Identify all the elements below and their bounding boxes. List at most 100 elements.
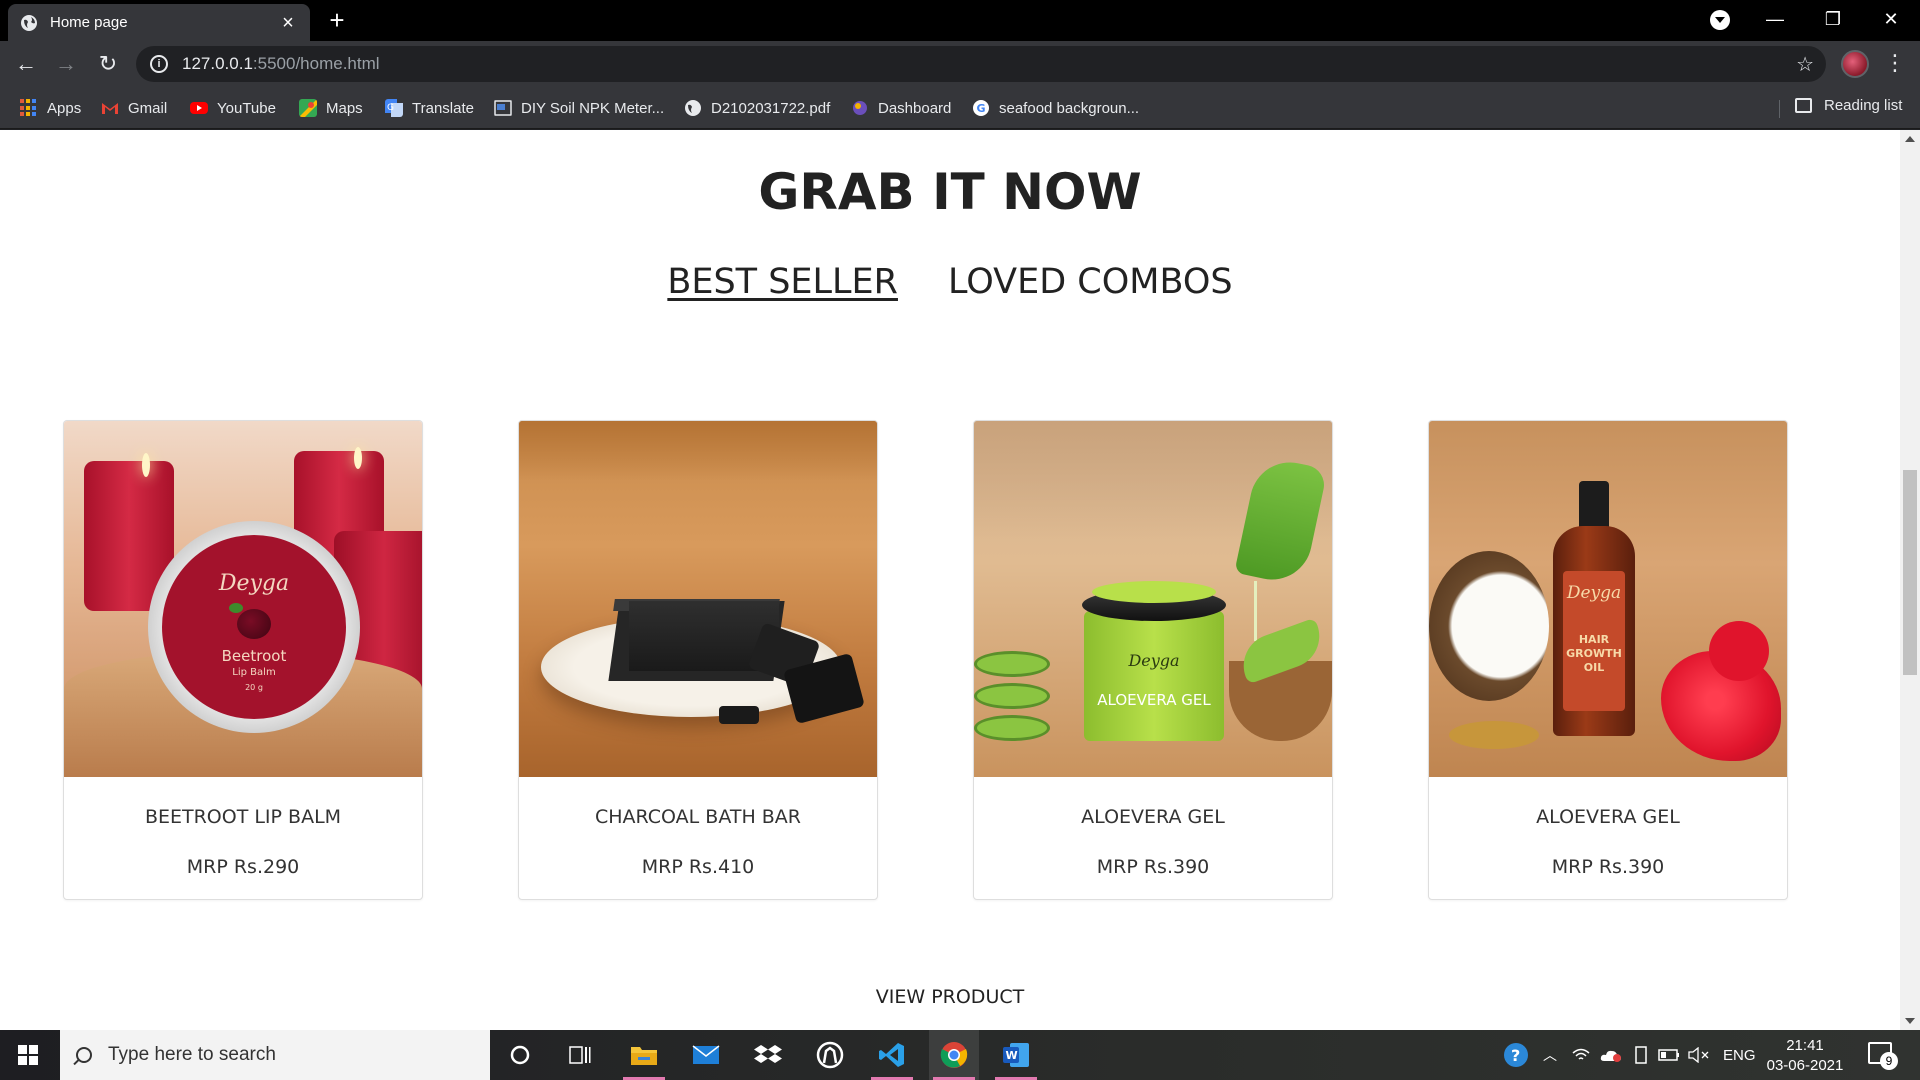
page-scrollbar[interactable] bbox=[1900, 130, 1920, 1030]
product-card[interactable]: Deyga ALOEVERA GEL ALOEVERA GEL MRP Rs.3… bbox=[973, 420, 1333, 900]
app-icon[interactable] bbox=[805, 1030, 855, 1080]
charcoal-bath-bar-image[interactable] bbox=[519, 421, 877, 777]
product-name[interactable]: ALOEVERA GEL bbox=[974, 806, 1332, 828]
bookmark-star-icon[interactable]: ☆ bbox=[1796, 52, 1814, 77]
globe-icon bbox=[685, 100, 701, 116]
scroll-up-icon[interactable] bbox=[1905, 136, 1915, 142]
windows-start-icon[interactable] bbox=[18, 1045, 38, 1065]
back-arrow-icon[interactable]: ← bbox=[12, 50, 40, 78]
scrollbar-thumb[interactable] bbox=[1903, 470, 1917, 675]
tab-best-seller[interactable]: BEST SELLER bbox=[667, 262, 898, 302]
hair-growth-oil-image[interactable]: Deyga HAIR GROWTH OIL bbox=[1429, 421, 1787, 777]
page-title: GRAB IT NOW bbox=[758, 163, 1142, 221]
bookmark-label: Translate bbox=[412, 99, 474, 117]
bookmark-label: Apps bbox=[47, 99, 82, 117]
bookmark-maps[interactable]: Maps bbox=[299, 97, 363, 119]
profile-avatar[interactable] bbox=[1841, 50, 1869, 78]
product-price: MRP Rs.290 bbox=[186, 856, 300, 878]
product-name[interactable]: ALOEVERA GEL bbox=[1429, 806, 1787, 828]
view-product-link[interactable]: VIEW PRODUCT bbox=[0, 986, 1900, 1008]
bookmark-apps[interactable]: Apps bbox=[20, 97, 81, 119]
chrome-icon[interactable] bbox=[929, 1030, 979, 1080]
volume-muted-icon[interactable] bbox=[1688, 1030, 1710, 1080]
svg-text:W: W bbox=[1006, 1049, 1018, 1062]
notification-count-badge: 9 bbox=[1880, 1052, 1898, 1070]
gmail-icon bbox=[102, 103, 118, 114]
scroll-down-icon[interactable] bbox=[1905, 1018, 1915, 1024]
language-indicator[interactable]: ENG bbox=[1723, 1030, 1756, 1080]
bookmark-label: D2102031722.pdf bbox=[711, 99, 831, 117]
bookmark-label: YouTube bbox=[217, 99, 276, 117]
product-label-line: ALOEVERA GEL bbox=[1097, 691, 1211, 709]
dashboard-icon bbox=[853, 101, 867, 115]
cortana-icon[interactable] bbox=[495, 1030, 545, 1080]
url-path: :5500/home.html bbox=[252, 54, 380, 73]
bookmark-translate[interactable]: G Translate bbox=[385, 97, 474, 119]
bookmark-seafood[interactable]: G seafood backgroun... bbox=[972, 97, 1139, 119]
taskbar-search-box[interactable]: Type here to search bbox=[60, 1030, 490, 1080]
product-card[interactable]: CHARCOAL BATH BAR MRP Rs.410 bbox=[518, 420, 878, 900]
close-window-button[interactable]: ✕ bbox=[1868, 0, 1914, 38]
product-name[interactable]: CHARCOAL BATH BAR bbox=[519, 806, 877, 828]
product-price: MRP Rs.410 bbox=[641, 856, 755, 878]
tab-loved-combos[interactable]: LOVED COMBOS bbox=[948, 262, 1233, 302]
task-view-icon[interactable] bbox=[555, 1030, 605, 1080]
browser-tab[interactable]: Home page × bbox=[8, 4, 310, 41]
product-label-line: 20 g bbox=[245, 683, 263, 692]
new-tab-button[interactable]: + bbox=[324, 7, 350, 34]
reading-list-button[interactable]: Reading list bbox=[1795, 97, 1902, 114]
product-price: MRP Rs.390 bbox=[1096, 856, 1210, 878]
vscode-icon[interactable] bbox=[867, 1030, 917, 1080]
windows-taskbar: Type here to search W ? ︿ ENG 21:41 03-0… bbox=[0, 1030, 1920, 1080]
browser-tab-bar: Home page × + — ❐ ✕ bbox=[0, 0, 1920, 41]
aloevera-gel-image[interactable]: Deyga ALOEVERA GEL bbox=[974, 421, 1332, 777]
bookmark-label: Dashboard bbox=[878, 99, 952, 117]
mail-icon[interactable] bbox=[681, 1030, 731, 1080]
product-label-brand: Deyga bbox=[1128, 651, 1180, 670]
product-label-line: OIL bbox=[1583, 661, 1605, 674]
dropbox-icon[interactable] bbox=[743, 1030, 793, 1080]
forward-arrow-icon[interactable]: → bbox=[52, 50, 80, 78]
device-icon[interactable] bbox=[1633, 1030, 1649, 1080]
battery-icon[interactable] bbox=[1658, 1030, 1680, 1080]
bookmarks-bar: Apps Gmail YouTube Maps G Translate DIY … bbox=[0, 87, 1920, 129]
page-icon bbox=[494, 100, 512, 116]
product-card[interactable]: Deyga Beetroot Lip Balm 20 g BEETROOT LI… bbox=[63, 420, 423, 900]
youtube-icon bbox=[190, 102, 208, 114]
product-name[interactable]: BEETROOT LIP BALM bbox=[64, 806, 422, 828]
bookmark-dashboard[interactable]: Dashboard bbox=[851, 97, 951, 119]
apps-grid-icon bbox=[20, 99, 38, 117]
restore-button[interactable]: ❐ bbox=[1810, 0, 1856, 38]
system-clock[interactable]: 21:41 03-06-2021 bbox=[1760, 1036, 1850, 1076]
bookmark-pdf[interactable]: D2102031722.pdf bbox=[684, 97, 830, 119]
help-icon[interactable]: ? bbox=[1503, 1030, 1529, 1080]
search-placeholder: Type here to search bbox=[108, 1044, 276, 1065]
browser-toolbar: ← → ↻ i 127.0.0.1:5500/home.html ☆ ⋮ bbox=[0, 41, 1920, 87]
site-info-icon[interactable]: i bbox=[150, 55, 168, 73]
close-tab-icon[interactable]: × bbox=[278, 13, 298, 33]
chevron-up-icon[interactable]: ︿ bbox=[1543, 1030, 1557, 1080]
word-icon[interactable]: W bbox=[991, 1030, 1041, 1080]
address-bar[interactable]: i 127.0.0.1:5500/home.html ☆ bbox=[136, 46, 1826, 82]
bookmark-youtube[interactable]: YouTube bbox=[190, 97, 276, 119]
tab-title: Home page bbox=[50, 14, 128, 31]
wifi-icon[interactable] bbox=[1572, 1030, 1590, 1080]
product-label-line: GROWTH bbox=[1566, 647, 1622, 660]
menu-dots-icon[interactable]: ⋮ bbox=[1884, 50, 1906, 78]
reload-icon[interactable]: ↻ bbox=[94, 50, 122, 78]
minimize-button[interactable]: — bbox=[1752, 0, 1798, 38]
search-icon bbox=[76, 1047, 92, 1063]
bookmark-npk-meter[interactable]: DIY Soil NPK Meter... bbox=[494, 97, 664, 119]
tab-search-button[interactable] bbox=[1710, 10, 1730, 30]
clock-date: 03-06-2021 bbox=[1766, 1057, 1844, 1074]
bookmark-gmail[interactable]: Gmail bbox=[101, 97, 167, 119]
svg-text:?: ? bbox=[1511, 1046, 1520, 1065]
clock-time: 21:41 bbox=[1786, 1037, 1824, 1054]
product-label-line: HAIR bbox=[1578, 633, 1610, 646]
bookmark-label: DIY Soil NPK Meter... bbox=[521, 99, 665, 117]
file-explorer-icon[interactable] bbox=[619, 1030, 669, 1080]
onedrive-icon[interactable] bbox=[1600, 1030, 1622, 1080]
beetroot-lip-balm-image[interactable]: Deyga Beetroot Lip Balm 20 g bbox=[64, 421, 422, 777]
svg-text:G: G bbox=[977, 102, 986, 115]
product-card[interactable]: Deyga HAIR GROWTH OIL ALOEVERA GEL MRP R… bbox=[1428, 420, 1788, 900]
